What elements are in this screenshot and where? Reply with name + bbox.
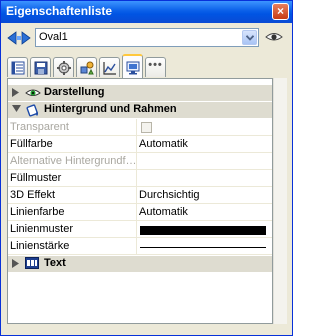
chevron-down-icon — [246, 35, 254, 41]
group-hintergrund-und-rahmen[interactable]: Hintergrund und Rahmen — [8, 102, 272, 118]
column-divider — [136, 221, 137, 237]
transparent-checkbox[interactable] — [141, 122, 152, 133]
column-divider — [136, 119, 137, 135]
property-name: Füllfarbe — [10, 138, 53, 150]
column-divider — [136, 136, 137, 152]
property-name: Linienstärke — [10, 240, 70, 252]
property-name: Linienfarbe — [10, 206, 65, 218]
object-select-value: Oval1 — [39, 31, 68, 43]
property-value[interactable]: Durchsichtig — [139, 189, 270, 201]
object-selector-row: Oval1 — [7, 28, 287, 48]
property-value[interactable]: Automatik — [139, 206, 270, 218]
tab-shapes[interactable] — [76, 57, 97, 77]
property-row-alternative-hintergrundfarbe[interactable]: Alternative Hintergrundf… — [8, 153, 272, 170]
group-text[interactable]: Text — [8, 256, 272, 272]
category-tabs: ••• — [7, 54, 287, 78]
format-icon — [11, 61, 25, 75]
column-divider — [136, 153, 137, 169]
title-bar[interactable]: Eigenschaftenliste × — [1, 1, 292, 23]
property-row-transparent[interactable]: Transparent — [8, 119, 272, 136]
tab-chart[interactable] — [99, 57, 120, 77]
tab-data[interactable] — [30, 57, 51, 77]
eye-icon[interactable] — [265, 30, 283, 44]
property-sheet-window: Eigenschaftenliste × Oval1 ••• Darstellu… — [0, 0, 293, 336]
property-row-3d-effekt[interactable]: 3D Effekt Durchsichtig — [8, 187, 272, 204]
object-select[interactable]: Oval1 — [35, 28, 259, 47]
property-name: Transparent — [10, 121, 69, 133]
window-title: Eigenschaftenliste — [6, 4, 113, 18]
tab-format[interactable] — [7, 57, 28, 77]
property-row-fuellfarbe[interactable]: Füllfarbe Automatik — [8, 136, 272, 153]
tab-events[interactable] — [53, 57, 74, 77]
property-name: Linienmuster — [10, 223, 73, 235]
display-icon — [126, 61, 140, 75]
chart-icon — [103, 62, 116, 75]
property-row-linienmuster[interactable]: Linienmuster — [8, 221, 272, 238]
column-divider — [136, 170, 137, 186]
property-grid: Darstellung Hintergrund und Rahmen Trans… — [7, 78, 273, 324]
line-weight-sample — [140, 247, 266, 248]
property-row-linienstaerke[interactable]: Linienstärke — [8, 238, 272, 255]
tab-more[interactable]: ••• — [145, 57, 166, 77]
group-darstellung[interactable]: Darstellung — [8, 85, 272, 101]
column-divider — [136, 238, 137, 254]
property-row-fuellmuster[interactable]: Füllmuster — [8, 170, 272, 187]
line-pattern-swatch — [140, 226, 266, 235]
text-field-icon — [25, 257, 39, 269]
column-divider — [136, 187, 137, 203]
events-icon — [57, 61, 71, 75]
dropdown-button[interactable] — [242, 30, 257, 45]
shapes-icon — [80, 61, 94, 75]
more-icon: ••• — [148, 59, 163, 71]
property-value[interactable]: Automatik — [139, 138, 270, 150]
property-name: Alternative Hintergrundf… — [10, 155, 136, 167]
paint-bucket-icon — [26, 104, 38, 117]
nav-arrows-icon[interactable] — [7, 31, 31, 45]
tab-display[interactable] — [122, 54, 143, 78]
group-label: Text — [44, 257, 66, 269]
vertical-scrollbar[interactable] — [273, 78, 287, 324]
chevron-right-icon[interactable] — [12, 88, 19, 97]
close-button[interactable]: × — [272, 3, 289, 20]
group-label: Hintergrund und Rahmen — [44, 103, 177, 115]
eye-icon — [25, 89, 41, 96]
property-row-linienfarbe[interactable]: Linienfarbe Automatik — [8, 204, 272, 221]
property-name: 3D Effekt — [10, 189, 56, 201]
chevron-right-icon[interactable] — [12, 259, 19, 268]
property-name: Füllmuster — [10, 172, 62, 184]
group-label: Darstellung — [44, 86, 105, 98]
chevron-down-icon[interactable] — [12, 105, 21, 112]
column-divider — [136, 204, 137, 220]
data-icon — [34, 61, 48, 75]
